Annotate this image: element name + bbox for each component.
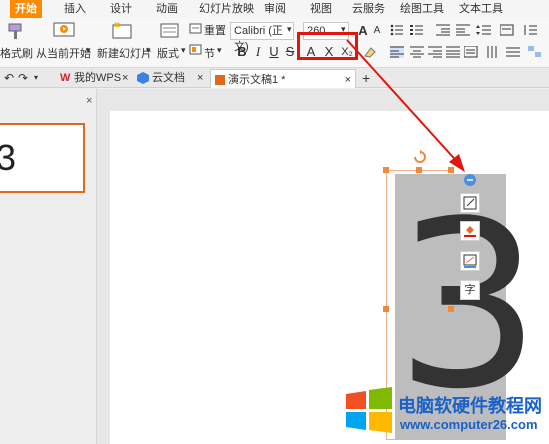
tab-cloud[interactable]: 云服务 [352,0,385,18]
doc-tab-presentation-label: 演示文稿1 * [228,74,286,86]
format-painter-label[interactable]: 格式刷 [0,45,33,61]
slide-thumbnail[interactable]: 3 [0,123,85,193]
resize-handle[interactable] [448,306,454,312]
redo-icon[interactable]: ↷ [18,68,28,88]
align-text-icon[interactable] [506,46,520,58]
cloud-doc-icon [137,72,149,84]
windows-logo-icon [346,387,392,433]
watermark-url: www.computer26.com [400,417,538,432]
font-name-dropdown-icon[interactable]: ▾ [287,24,292,35]
undo-icon[interactable]: ↶ [4,68,14,88]
dropdown-arrow-icon[interactable]: ▾ [34,68,38,88]
decrease-indent-icon[interactable] [436,24,450,36]
outline-icon [463,254,477,268]
presentation-icon [215,75,225,86]
close-pane-icon[interactable]: × [86,95,92,107]
doc-tab-my-wps[interactable]: 我的WPS [74,68,121,88]
tab-text-tools[interactable]: 文本工具 [459,0,503,18]
edit-shape-icon [463,196,477,210]
paragraph-icon[interactable] [500,24,514,36]
shape-style-button[interactable] [460,193,480,213]
line-spacing-icon[interactable] [476,24,492,36]
play-from-current-icon[interactable] [52,21,76,41]
smart-art-icon[interactable] [528,46,542,58]
new-slide-icon[interactable] [110,21,134,41]
bullet-list-icon[interactable] [390,24,404,36]
text-effect-icon: 字 [464,284,476,296]
fill-button[interactable] [460,221,480,241]
font-name-select[interactable]: Calibri (正文) [230,22,294,53]
resize-handle[interactable] [383,306,389,312]
tab-view[interactable]: 视图 [310,0,332,18]
close-icon[interactable]: × [197,68,203,88]
columns-icon[interactable] [524,24,538,36]
font-color-button[interactable]: A [304,45,318,59]
slide-thumbnail-text: 3 [0,137,17,178]
tab-design[interactable]: 设计 [110,0,132,18]
reset-label[interactable]: 重置 [204,22,226,38]
tab-review[interactable]: 审阅 [264,0,286,18]
tab-drawing-tools[interactable]: 绘图工具 [400,0,444,18]
section-icon[interactable] [189,44,203,56]
increase-font-icon[interactable]: A [356,24,370,38]
doc-tab-cloud-doc[interactable]: 云文档 [152,68,185,88]
italic-button[interactable]: I [251,45,265,59]
new-slide-label[interactable]: 新建幻灯片 [97,45,152,61]
close-icon[interactable]: × [122,68,128,88]
bold-button[interactable]: B [235,45,249,59]
format-painter-icon[interactable] [6,22,26,40]
fill-bucket-icon [464,226,476,237]
dropdown-arrow-icon[interactable]: ▾ [146,45,151,56]
decrease-font-icon[interactable]: A [370,24,384,38]
dropdown-arrow-icon[interactable]: ▾ [181,45,186,56]
watermark-title: 电脑软硬件教程网 [398,396,542,416]
ribbon-tabbar: 开始 插入 设计 动画 幻灯片放映 审阅 视图 云服务 绘图工具 文本工具 [0,0,549,18]
wps-logo-icon: W [60,72,71,84]
tab-slideshow[interactable]: 幻灯片放映 [199,0,254,18]
reset-icon[interactable] [189,23,203,35]
dropdown-arrow-icon[interactable]: ▾ [86,45,91,56]
annotation-arrow-icon [346,39,465,172]
tab-home[interactable]: 开始 [10,0,42,18]
clear-format-button[interactable]: X [322,45,336,59]
increase-indent-icon[interactable] [456,24,470,36]
layout-icon[interactable] [160,22,180,40]
outline-button[interactable] [460,251,480,271]
doc-tab-presentation[interactable]: 演示文稿1 * × [210,69,356,88]
tab-animation[interactable]: 动画 [156,0,178,18]
dropdown-arrow-icon[interactable]: ▾ [217,45,222,56]
slide-thumbnail-pane: × 3 [0,89,97,444]
strikethrough-button[interactable]: S [283,45,297,59]
underline-button[interactable]: U [267,45,281,59]
layout-label[interactable]: 版式 [157,45,179,61]
text-direction-icon[interactable] [486,46,500,58]
section-label[interactable]: 节 [204,45,215,61]
from-current-label[interactable]: 从当前开始 [36,45,91,61]
text-effect-button[interactable]: 字 [460,280,480,300]
tab-insert[interactable]: 插入 [64,0,86,18]
numbered-list-icon[interactable] [410,24,424,36]
